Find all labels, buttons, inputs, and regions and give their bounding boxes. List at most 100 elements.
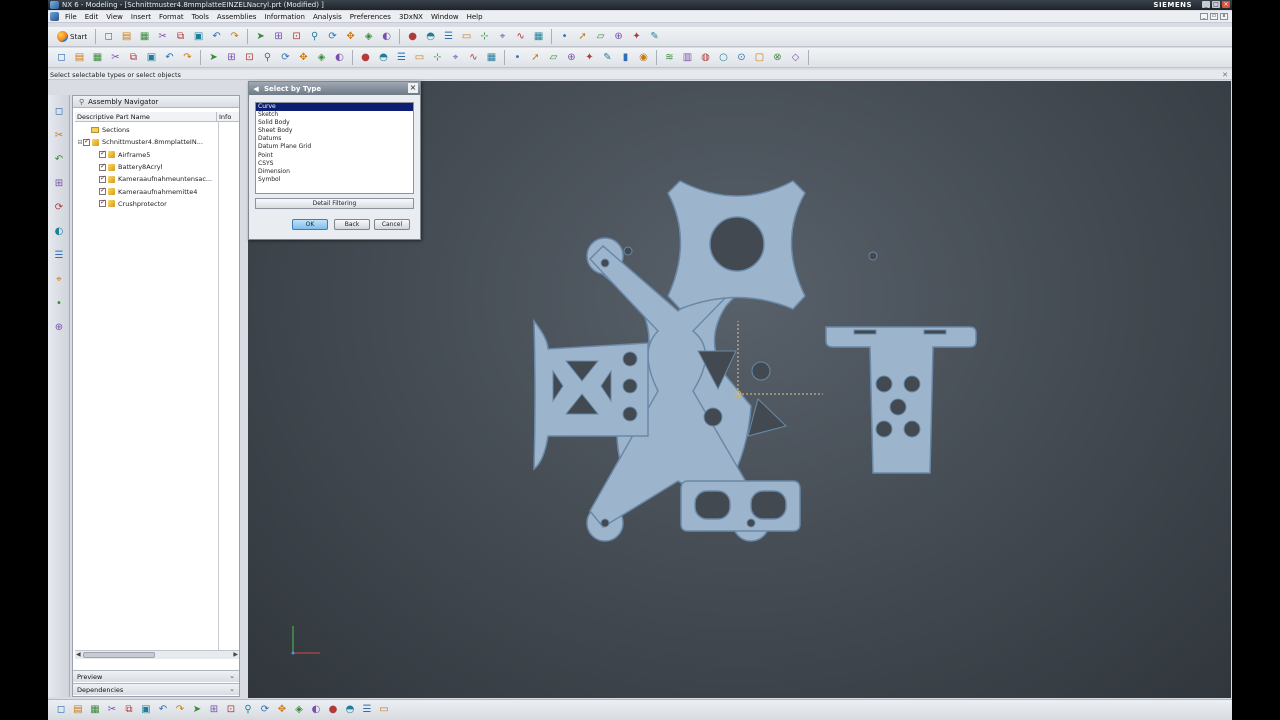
subtract-icon[interactable]: ⊞ [224, 50, 239, 65]
work-layer-icon[interactable]: ▭ [377, 703, 391, 717]
edge-display-icon[interactable]: ◓ [423, 29, 438, 44]
doc-restore-button[interactable]: ▭ [1210, 13, 1218, 20]
menu-analysis[interactable]: Analysis [309, 13, 346, 21]
constraint-navigator-icon[interactable]: ✂ [52, 129, 66, 143]
grid-icon[interactable]: ▦ [531, 29, 546, 44]
close-button[interactable]: × [1222, 1, 1230, 8]
undo-icon[interactable]: ↶ [209, 29, 224, 44]
snap-face-icon[interactable]: ✥ [275, 703, 289, 717]
app-menu-icon[interactable] [50, 12, 59, 21]
bridge-icon[interactable]: ≋ [662, 50, 677, 65]
type-list-item[interactable]: Point [256, 152, 413, 160]
boss-icon[interactable]: ↶ [162, 50, 177, 65]
tree-row[interactable]: Airframe5 [75, 149, 239, 161]
curve-icon[interactable]: ◉ [636, 50, 651, 65]
menu-tools[interactable]: Tools [188, 13, 213, 21]
type-list-item[interactable]: Solid Body [256, 119, 413, 127]
rule-icon[interactable]: ✎ [600, 50, 615, 65]
type-list-item[interactable]: Sheet Body [256, 127, 413, 135]
menu-window[interactable]: Window [427, 13, 463, 21]
copy-icon[interactable]: ⧉ [173, 29, 188, 44]
orient-icon[interactable]: ◈ [361, 29, 376, 44]
menu-help[interactable]: Help [463, 13, 487, 21]
type-list[interactable]: Curve Sketch Solid Body Sheet Body Datums Dat… [255, 102, 414, 194]
cylinder-icon[interactable]: ⧉ [126, 50, 141, 65]
pattern-icon[interactable]: ◈ [314, 50, 329, 65]
doc-close-button[interactable]: x [1220, 13, 1228, 20]
preview-panel[interactable]: Preview ⌄ [73, 670, 239, 682]
block-icon[interactable]: ✂ [108, 50, 123, 65]
snap-midpoint-icon[interactable]: ▤ [71, 703, 85, 717]
extrude-icon[interactable]: ◻ [54, 50, 69, 65]
sketch-icon[interactable]: ✎ [647, 29, 662, 44]
intersect-icon[interactable]: ∿ [466, 50, 481, 65]
render-style-icon[interactable]: ◐ [379, 29, 394, 44]
snap-bounded-icon[interactable]: ⊡ [224, 703, 238, 717]
tree-row[interactable]: Battery8Acryl [75, 161, 239, 173]
revolve-icon[interactable]: ▤ [72, 50, 87, 65]
materials-icon[interactable]: ☰ [52, 249, 66, 263]
circle-icon[interactable]: ☰ [394, 50, 409, 65]
zoom-icon[interactable]: ⚲ [307, 29, 322, 44]
visibility-checkbox[interactable] [99, 174, 106, 183]
sew-icon[interactable]: ➚ [528, 50, 543, 65]
visibility-checkbox[interactable] [99, 162, 106, 171]
pin-icon[interactable]: ⚲ [79, 98, 84, 106]
arc-icon[interactable]: ◓ [376, 50, 391, 65]
unite-icon[interactable]: ➤ [206, 50, 221, 65]
pocket-icon[interactable]: ↷ [180, 50, 195, 65]
point-icon[interactable]: • [557, 29, 572, 44]
mirror-icon[interactable]: ◐ [332, 50, 347, 65]
snap-intersection-icon[interactable]: ✂ [105, 703, 119, 717]
snap-pole-icon[interactable]: ⊞ [207, 703, 221, 717]
wcs-icon[interactable]: ⊹ [477, 29, 492, 44]
line-icon[interactable]: ● [358, 50, 373, 65]
roles-icon[interactable]: • [52, 297, 66, 311]
visibility-checkbox[interactable] [99, 186, 106, 196]
snap-view-icon[interactable]: ⊞ [271, 29, 286, 44]
menu-view[interactable]: View [102, 13, 127, 21]
minimize-button[interactable]: _ [1202, 1, 1210, 8]
tree-row[interactable]: Sections [75, 124, 239, 136]
menu-insert[interactable]: Insert [127, 13, 155, 21]
quick-pick-icon[interactable]: ◓ [343, 703, 357, 717]
detail-filtering-button[interactable]: Detail Filtering [255, 198, 414, 209]
work-view-icon[interactable]: ▭ [459, 29, 474, 44]
chamfer-icon[interactable]: ⚲ [260, 50, 275, 65]
trim-body-icon[interactable]: ✦ [582, 50, 597, 65]
snap-quadrant-icon[interactable]: ▣ [139, 703, 153, 717]
extract-icon[interactable]: ▦ [484, 50, 499, 65]
project-icon[interactable]: ⌖ [448, 50, 463, 65]
snap-existing-icon[interactable]: ↶ [156, 703, 170, 717]
type-list-item[interactable]: Curve [256, 103, 413, 112]
scroll-left-icon[interactable]: ◀ [76, 651, 81, 658]
snap-endpoint-icon[interactable]: ◻ [54, 703, 68, 717]
hole-icon[interactable]: ▣ [144, 50, 159, 65]
pan-icon[interactable]: ✥ [343, 29, 358, 44]
web-browser-icon[interactable]: ⊞ [52, 177, 66, 191]
redo-icon[interactable]: ↷ [227, 29, 242, 44]
dialog-back-arrow-icon[interactable]: ◀ [251, 84, 261, 94]
menu-information[interactable]: Information [260, 13, 309, 21]
camera-mount-top-part[interactable] [667, 180, 806, 321]
maximize-button[interactable]: □ [1212, 1, 1220, 8]
menu-format[interactable]: Format [155, 13, 188, 21]
scale-icon[interactable]: ◍ [698, 50, 713, 65]
tree-row[interactable]: ⊟Schnittmuster4.8mmplatteIN... [75, 136, 239, 148]
offset-icon[interactable]: ⊹ [430, 50, 445, 65]
paste-icon[interactable]: ▣ [191, 29, 206, 44]
tree-row[interactable]: Crushprotector [75, 198, 239, 210]
tree-row[interactable]: Kameraaufnahmemitte4 [75, 185, 239, 197]
draft-icon[interactable]: ✥ [296, 50, 311, 65]
start-button[interactable]: Start [54, 31, 90, 42]
show-icon[interactable]: ◇ [788, 50, 803, 65]
visibility-checkbox[interactable] [83, 137, 90, 146]
snap-arc-icon[interactable]: ⟳ [258, 703, 272, 717]
cut-icon[interactable]: ✂ [155, 29, 170, 44]
snap-point-icon[interactable]: ◈ [292, 703, 306, 717]
process-studio-icon[interactable]: ◐ [52, 225, 66, 239]
cue-dock-icon[interactable]: ✕ [1222, 71, 1228, 79]
swept-icon[interactable]: ▮ [618, 50, 633, 65]
analysis-icon[interactable]: ∿ [513, 29, 528, 44]
back-button[interactable]: Back [334, 219, 370, 230]
